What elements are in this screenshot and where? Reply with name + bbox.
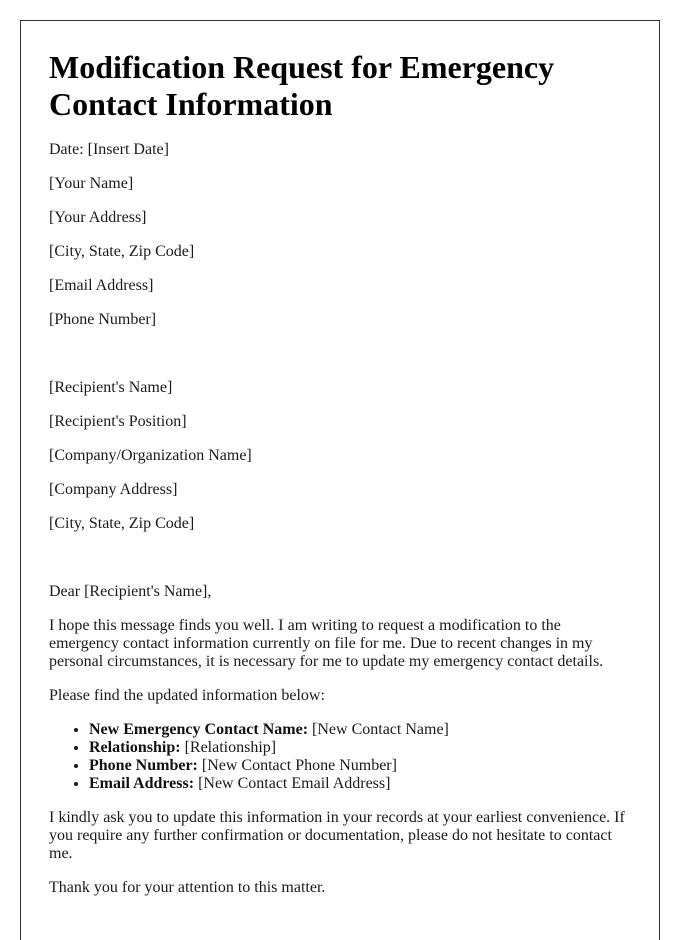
sender-city-state-zip: [City, State, Zip Code] bbox=[49, 243, 195, 260]
detail-item-email: Email Address: [New Contact Email Addres… bbox=[89, 775, 631, 793]
sender-name: [Your Name] bbox=[49, 175, 134, 192]
detail-label: New Emergency Contact Name: bbox=[89, 721, 309, 738]
intro-paragraph: I hope this message finds you well. I am… bbox=[49, 617, 604, 670]
detail-value: [New Contact Name] bbox=[308, 721, 449, 738]
date-line: Date: [Insert Date] bbox=[49, 141, 169, 158]
request-paragraph: I kindly ask you to update this informat… bbox=[49, 809, 625, 862]
sender-address: [Your Address] bbox=[49, 209, 147, 226]
recipient-city-state-zip: [City, State, Zip Code] bbox=[49, 515, 195, 532]
salutation: Dear [Recipient's Name], bbox=[49, 583, 212, 600]
detail-label: Relationship: bbox=[89, 739, 181, 756]
updated-details-list: New Emergency Contact Name: [New Contact… bbox=[49, 721, 631, 793]
recipient-company: [Company/Organization Name] bbox=[49, 447, 252, 464]
detail-item-phone: Phone Number: [New Contact Phone Number] bbox=[89, 757, 631, 775]
detail-item-contact-name: New Emergency Contact Name: [New Contact… bbox=[89, 721, 631, 739]
detail-value: [New Contact Email Address] bbox=[194, 775, 391, 792]
detail-value: [New Contact Phone Number] bbox=[197, 757, 397, 774]
detail-label: Phone Number: bbox=[89, 757, 198, 774]
sender-phone: [Phone Number] bbox=[49, 311, 157, 328]
recipient-name: [Recipient's Name] bbox=[49, 379, 173, 396]
detail-item-relationship: Relationship: [Relationship] bbox=[89, 739, 631, 757]
detail-label: Email Address: bbox=[89, 775, 195, 792]
detail-value: [Relationship] bbox=[180, 739, 277, 756]
letter-title: Modification Request for Emergency Conta… bbox=[49, 49, 555, 122]
closing-paragraph: Thank you for your attention to this mat… bbox=[49, 879, 326, 896]
sender-email: [Email Address] bbox=[49, 277, 154, 294]
list-intro: Please find the updated information belo… bbox=[49, 687, 325, 704]
recipient-block: [Recipient's Name] [Recipient's Position… bbox=[49, 379, 631, 533]
sender-block: [Your Name] [Your Address] [City, State,… bbox=[49, 175, 631, 329]
letter-page: Modification Request for Emergency Conta… bbox=[20, 20, 660, 940]
recipient-position: [Recipient's Position] bbox=[49, 413, 187, 430]
recipient-company-address: [Company Address] bbox=[49, 481, 178, 498]
